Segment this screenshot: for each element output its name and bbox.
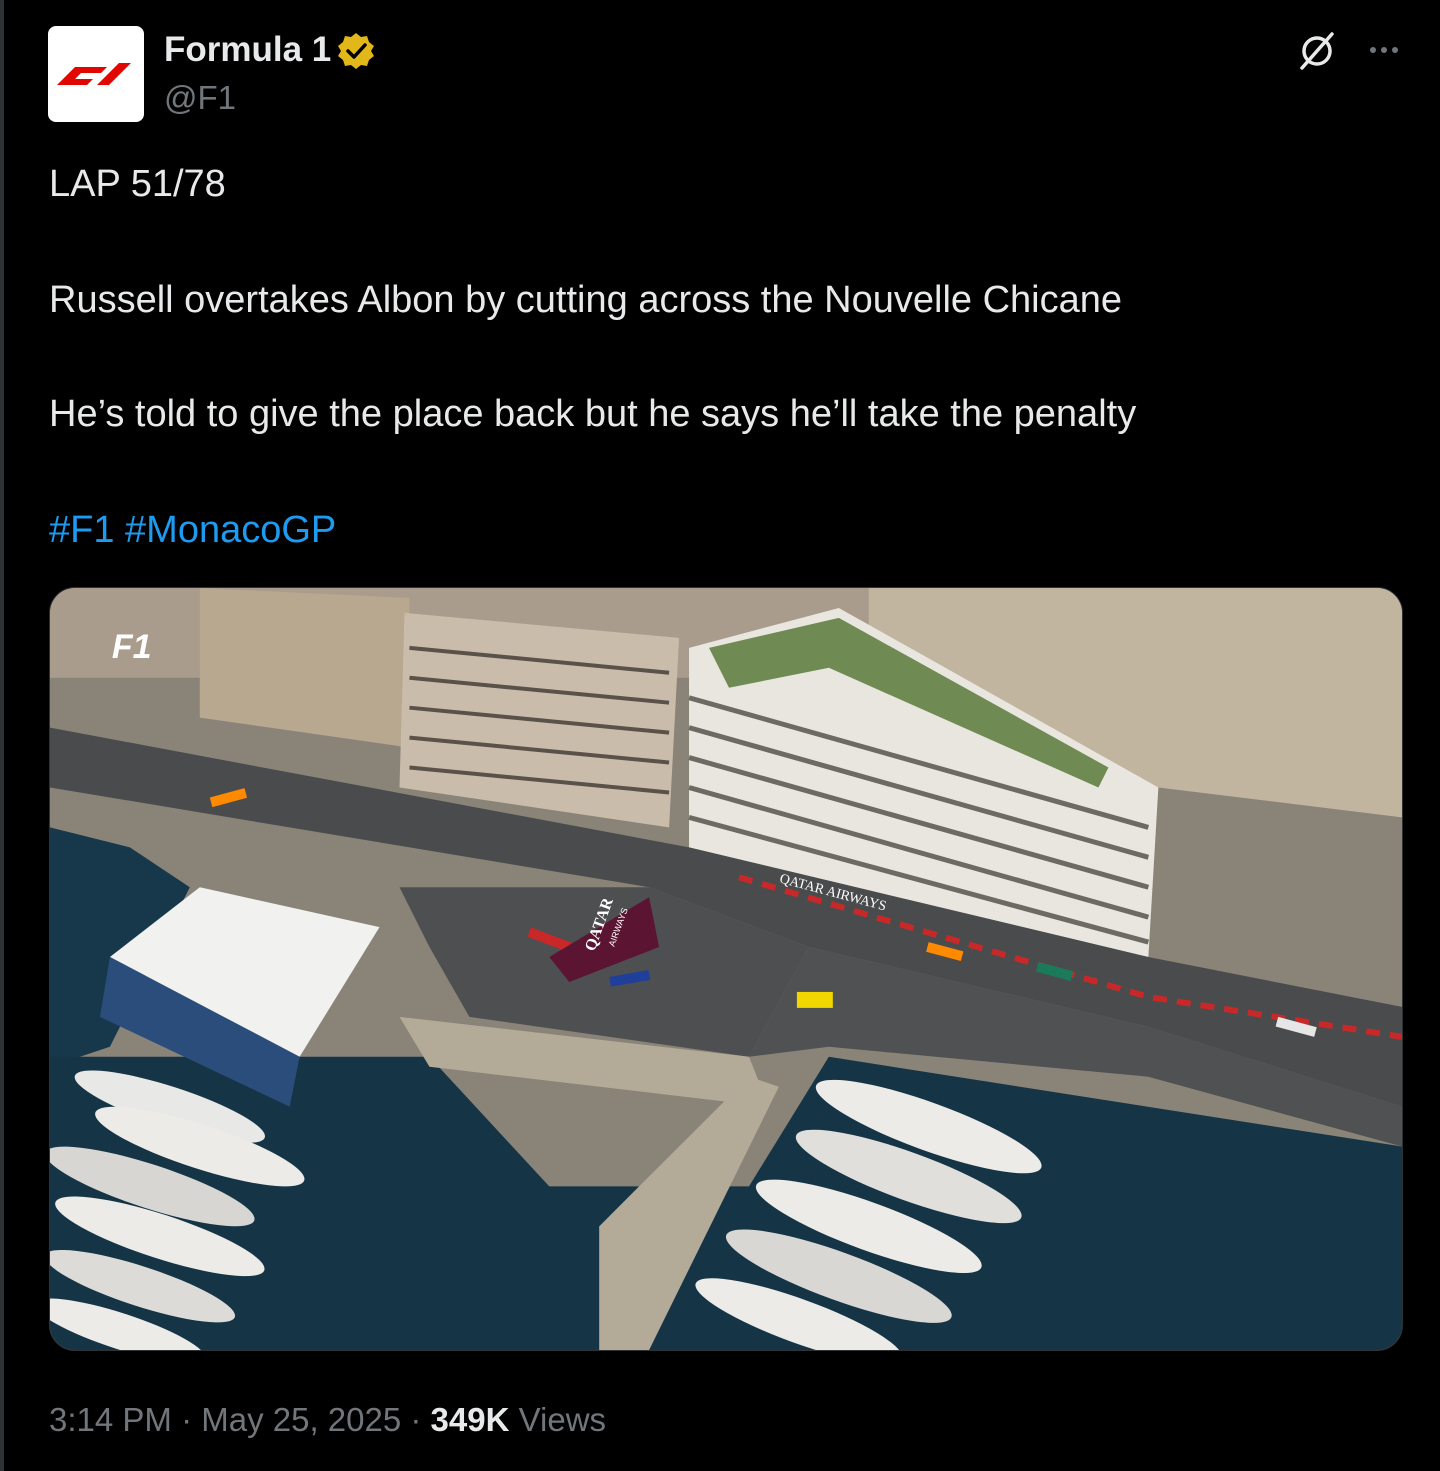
handle[interactable]: @F1 [164,78,236,118]
aerial-monaco-image: F1 QATAR AIRWAYS QATAR AIRWAYS [50,588,1402,1350]
tweet-date[interactable]: May 25, 2025 [201,1401,401,1438]
tweet-card: Formula 1 @F1 LAP 51/78 Russell overtake… [0,0,1440,1471]
tweet-text-line-3: He’s told to give the place back but he … [49,393,1137,435]
more-options-icon[interactable] [1362,30,1406,70]
tweet-text-line-2: Russell overtakes Albon by cutting acros… [49,279,1123,321]
hashtag-f1[interactable]: #F1 [49,509,114,551]
verified-badge-icon[interactable] [336,31,376,71]
tweet-image[interactable]: F1 QATAR AIRWAYS QATAR AIRWAYS [49,587,1403,1351]
display-name[interactable]: Formula 1 [164,28,331,72]
media-watermark: F1 [112,628,152,666]
views-count: 349K [430,1401,510,1438]
dot [1370,47,1376,53]
hashtags: #F1 #MonacoGP [49,506,336,554]
separator: · [401,1401,431,1438]
grok-icon[interactable] [1294,28,1340,74]
tweet-time[interactable]: 3:14 PM [49,1401,172,1438]
dot [1392,47,1398,53]
avatar[interactable] [48,26,144,122]
separator: · [171,1401,202,1438]
f1-logo-icon [57,63,131,85]
dot [1381,47,1387,53]
tweet-meta: 3:14 PM · May 25, 2025 · 349K Views [49,1398,606,1442]
tweet-text-line-1: LAP 51/78 [49,163,226,205]
hashtag-monacogp[interactable]: #MonacoGP [125,509,336,551]
views-label: Views [509,1401,607,1438]
